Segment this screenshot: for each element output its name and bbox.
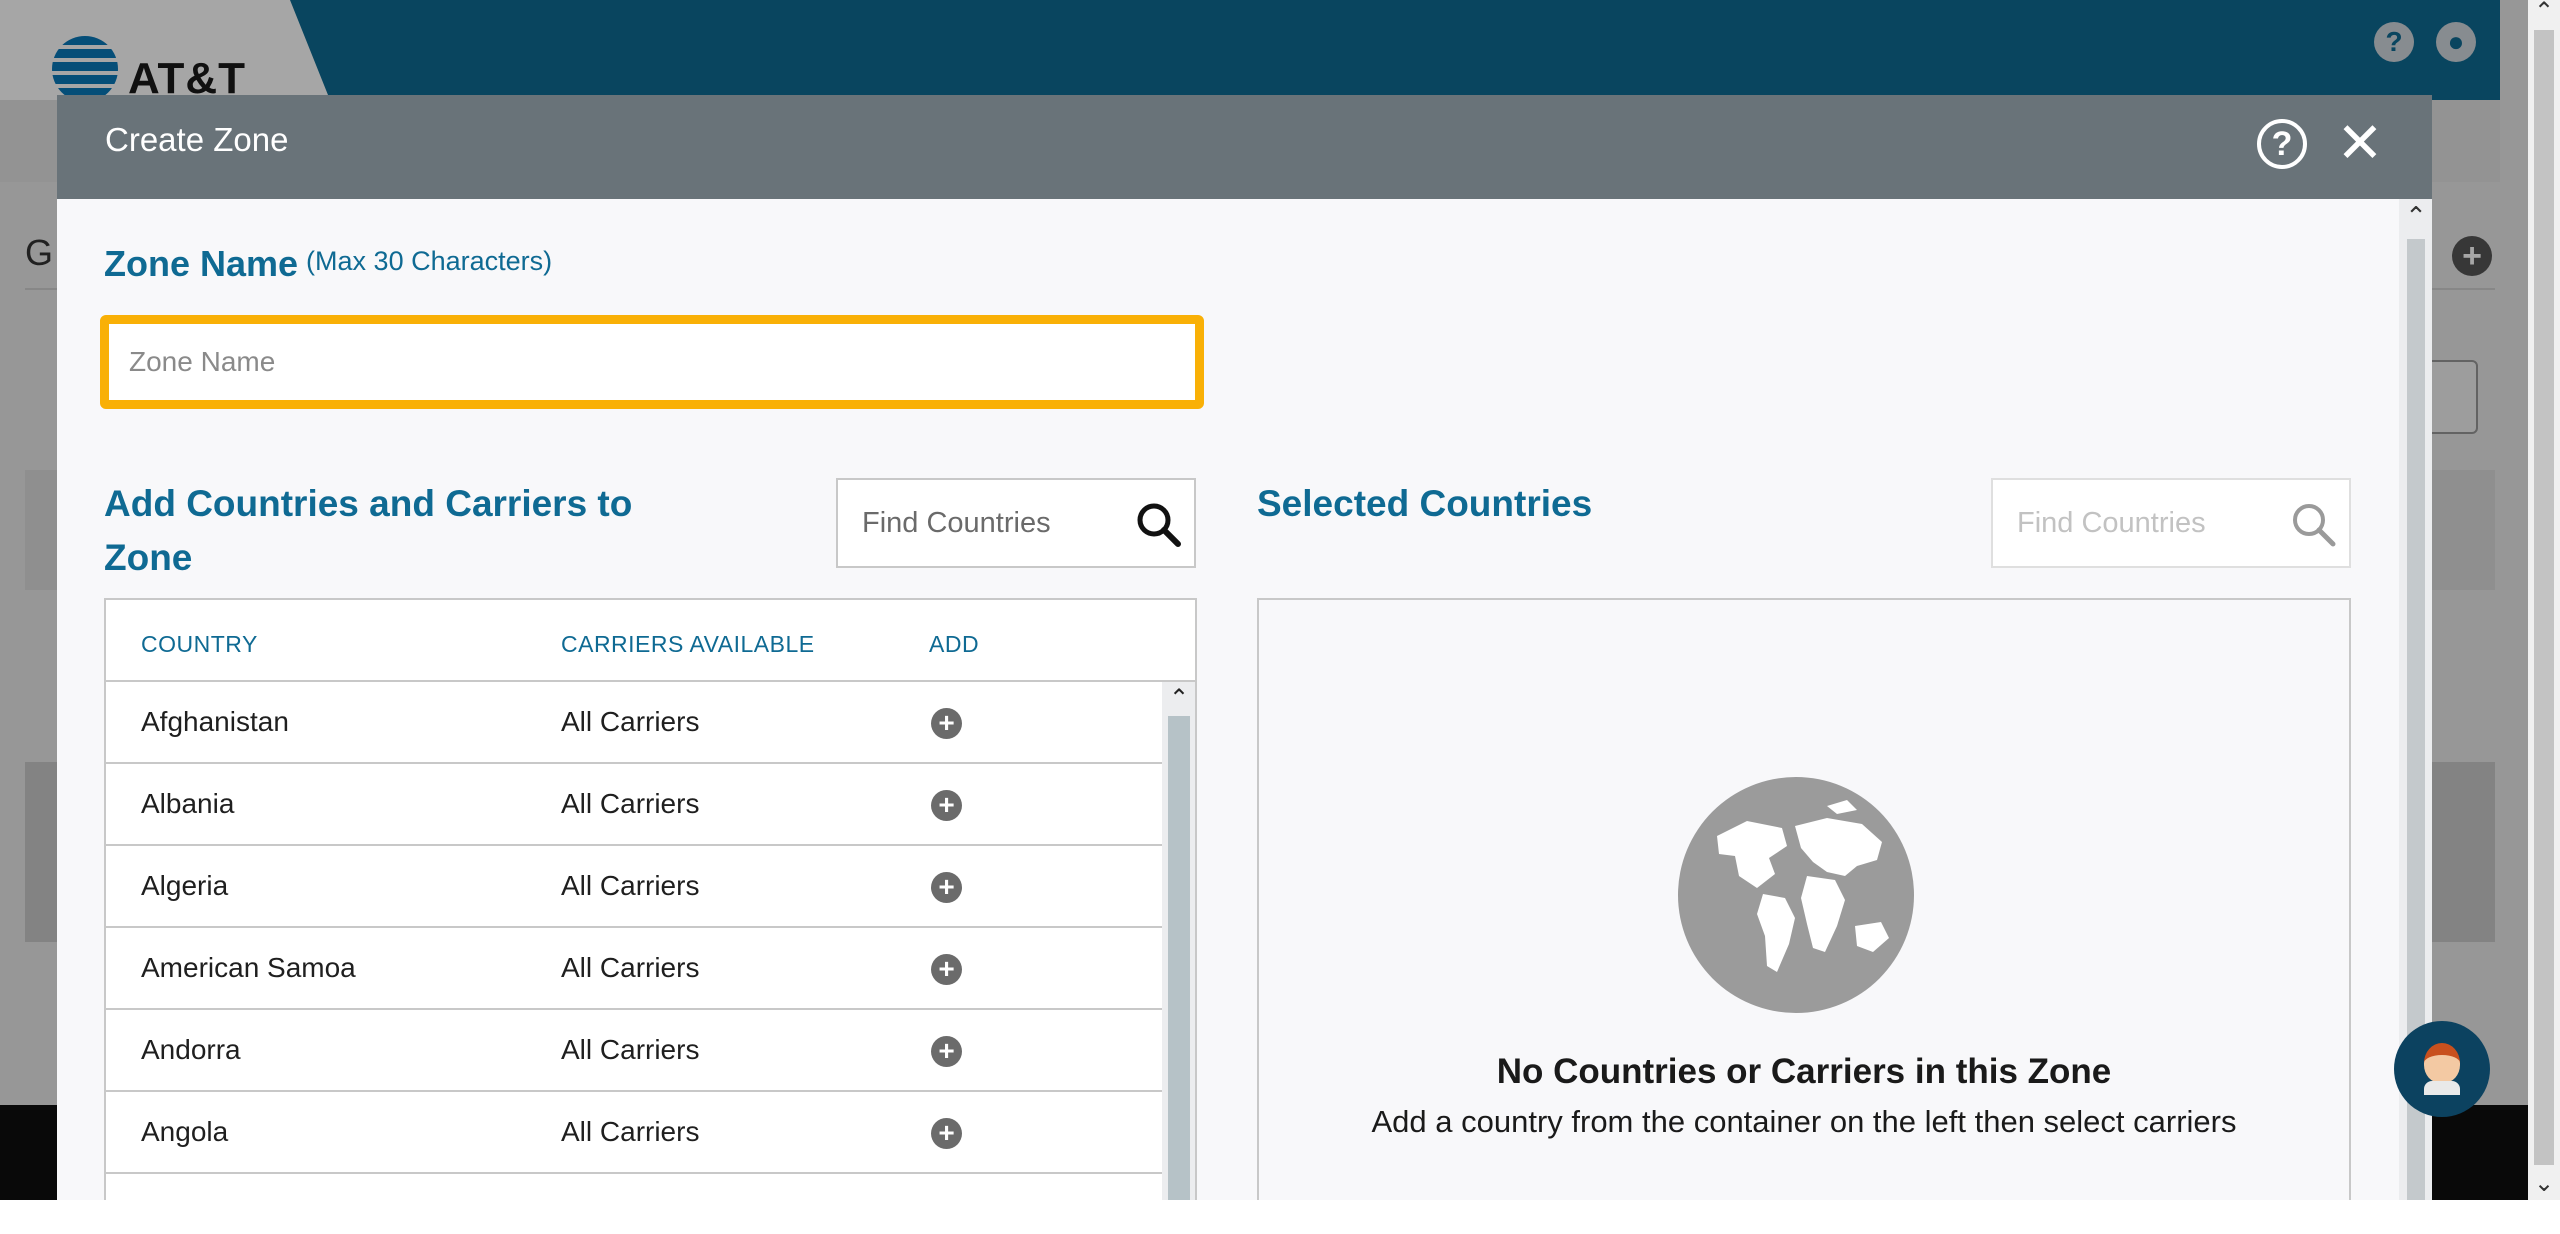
- carriers-cell: All Carriers: [561, 870, 700, 901]
- column-header-country: COUNTRY: [141, 631, 258, 657]
- create-zone-modal: Create Zone ? ✕ Zone Name (Max 30 Charact…: [57, 95, 2432, 1200]
- find-selected-countries-search[interactable]: [1991, 478, 2351, 568]
- search-icon[interactable]: [1134, 500, 1182, 548]
- add-country-button[interactable]: +: [931, 954, 962, 985]
- table-header: COUNTRY CARRIERS AVAILABLE ADD: [106, 600, 1195, 682]
- empty-state-subtitle: Add a country from the container on the …: [1371, 1104, 2237, 1139]
- scrollbar-thumb[interactable]: [2534, 30, 2554, 1165]
- add-country-button[interactable]: +: [931, 872, 962, 903]
- countries-table: COUNTRY CARRIERS AVAILABLE ADD Afghanist…: [104, 598, 1197, 1200]
- carriers-cell: All Carriers: [561, 952, 700, 983]
- chevron-up-icon[interactable]: ⌃: [2403, 201, 2429, 232]
- chevron-down-icon[interactable]: ⌄: [2532, 1172, 2556, 1196]
- carriers-cell: All Carriers: [561, 1034, 700, 1065]
- find-selected-countries-input[interactable]: [1993, 480, 2273, 566]
- country-cell: American Samoa: [141, 952, 356, 983]
- selected-countries-panel: No Countries or Carriers in this Zone Ad…: [1257, 598, 2351, 1200]
- app-window: AT&T ? ● G + Create Zone ? ✕ Zone Name (M…: [0, 0, 2528, 1200]
- chat-assistant-button[interactable]: [2394, 1021, 2490, 1117]
- modal-title: Create Zone: [105, 121, 289, 158]
- help-icon[interactable]: ?: [2257, 119, 2307, 169]
- zone-name-label: Zone Name (Max 30 Characters): [104, 243, 552, 285]
- modal-header: Create Zone ? ✕: [57, 95, 2432, 199]
- add-country-button[interactable]: +: [931, 1118, 962, 1149]
- assistant-avatar-body: [2424, 1081, 2460, 1095]
- search-icon[interactable]: [2289, 500, 2337, 548]
- column-header-add: ADD: [929, 631, 980, 657]
- table-row: Angola All Carriers +: [106, 1092, 1162, 1174]
- table-row: [106, 1174, 1162, 1200]
- table-row: Afghanistan All Carriers +: [106, 682, 1162, 764]
- table-row: American Samoa All Carriers +: [106, 928, 1162, 1010]
- add-country-button[interactable]: +: [931, 790, 962, 821]
- table-row: Albania All Carriers +: [106, 764, 1162, 846]
- country-cell: Afghanistan: [141, 706, 289, 737]
- zone-name-input[interactable]: [100, 315, 1204, 409]
- window-scrollbar[interactable]: ⌃ ⌄: [2528, 0, 2560, 1200]
- assistant-avatar-icon: [2424, 1043, 2460, 1083]
- find-countries-input[interactable]: [838, 480, 1118, 566]
- country-cell: Algeria: [141, 870, 229, 901]
- chevron-up-icon[interactable]: ⌃: [1166, 684, 1192, 713]
- table-row: Andorra All Carriers +: [106, 1010, 1162, 1092]
- add-country-button[interactable]: +: [931, 708, 962, 739]
- chevron-up-icon[interactable]: ⌃: [2532, 0, 2556, 24]
- scrollbar-thumb[interactable]: [1168, 716, 1190, 1200]
- table-row: Algeria All Carriers +: [106, 846, 1162, 928]
- country-cell: Andorra: [141, 1034, 241, 1065]
- carriers-cell: All Carriers: [561, 788, 700, 819]
- zone-name-label-text: Zone Name: [104, 243, 299, 284]
- carriers-cell: All Carriers: [561, 1116, 700, 1147]
- selected-countries-title: Selected Countries: [1257, 483, 1593, 524]
- close-icon[interactable]: ✕: [2335, 113, 2385, 173]
- carriers-cell: All Carriers: [561, 706, 700, 737]
- table-body: Afghanistan All Carriers + Albania All C…: [106, 682, 1162, 1200]
- zone-name-hint: (Max 30 Characters): [306, 246, 553, 276]
- add-country-button[interactable]: +: [931, 1036, 962, 1067]
- globe-icon: [1678, 777, 1914, 1013]
- table-scrollbar[interactable]: ⌃: [1162, 682, 1195, 1200]
- add-countries-title: Add Countries and Carriers to Zone: [104, 483, 633, 578]
- find-countries-search[interactable]: [836, 478, 1196, 568]
- country-cell: Albania: [141, 788, 235, 819]
- country-cell: Angola: [141, 1116, 229, 1147]
- empty-state-title: No Countries or Carriers in this Zone: [1496, 1052, 2112, 1091]
- column-header-carriers: CARRIERS AVAILABLE: [561, 631, 815, 657]
